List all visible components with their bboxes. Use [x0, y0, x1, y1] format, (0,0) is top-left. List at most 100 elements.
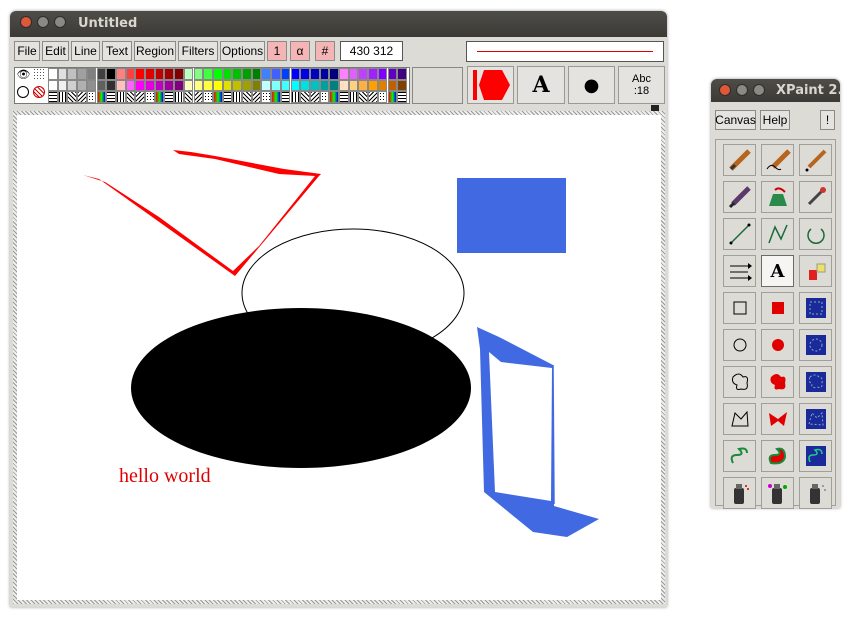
tool-brush[interactable] — [761, 144, 794, 176]
palette-swatch[interactable] — [242, 79, 252, 91]
palette-swatch[interactable] — [397, 68, 407, 80]
palette-swatch[interactable] — [115, 79, 126, 91]
palette-swatch[interactable] — [271, 79, 281, 91]
pattern-swatch[interactable] — [135, 91, 145, 103]
menu-options[interactable]: Options — [220, 41, 265, 61]
pattern-swatch[interactable] — [57, 91, 68, 103]
pattern-swatch[interactable] — [397, 91, 407, 103]
palette-swatch[interactable] — [96, 68, 107, 80]
line-style-preview[interactable] — [466, 41, 664, 62]
tool-freehand[interactable] — [723, 366, 756, 398]
brush-preview-button[interactable]: ● — [568, 66, 615, 104]
toggle-alpha-button[interactable]: α — [290, 41, 310, 61]
tool-spray-color[interactable] — [761, 477, 794, 509]
palette-swatch[interactable] — [300, 68, 310, 80]
palette-swatch[interactable] — [222, 79, 233, 91]
palette-swatch[interactable] — [164, 68, 175, 80]
palette-swatch[interactable] — [339, 68, 349, 80]
palette-swatch[interactable] — [106, 68, 116, 80]
circle-mode-icon[interactable] — [17, 86, 29, 98]
palette-swatch[interactable] — [174, 79, 184, 91]
palette-swatch[interactable] — [368, 68, 378, 80]
palette-swatch[interactable] — [174, 68, 184, 80]
palette-swatch[interactable] — [309, 79, 320, 91]
palette-swatch[interactable] — [145, 68, 155, 80]
palette-swatch[interactable] — [290, 68, 301, 80]
palette-swatch[interactable] — [125, 68, 136, 80]
menu-text[interactable]: Text — [102, 41, 132, 61]
palette-swatch[interactable] — [261, 68, 272, 80]
palette-swatch[interactable] — [377, 79, 388, 91]
pattern-swatch[interactable] — [115, 91, 126, 103]
pattern-swatch[interactable] — [203, 91, 213, 103]
palette-swatch[interactable] — [86, 79, 97, 91]
pattern-swatch[interactable] — [309, 91, 320, 103]
pattern-swatch[interactable] — [348, 91, 359, 103]
palette-swatch[interactable] — [309, 68, 320, 80]
palette-swatch[interactable] — [135, 68, 145, 80]
palette-swatch[interactable] — [251, 68, 262, 80]
tool-filled-circle[interactable] — [761, 329, 794, 361]
main-titlebar[interactable]: Untitled — [10, 11, 667, 37]
fill-color-button[interactable] — [467, 66, 514, 104]
pattern-swatch[interactable] — [86, 91, 97, 103]
palette-swatch[interactable] — [135, 79, 145, 91]
tool-text[interactable]: A — [761, 255, 794, 287]
palette-swatch[interactable] — [154, 68, 165, 80]
tool-polygon[interactable] — [723, 403, 756, 435]
pattern-swatch[interactable] — [242, 91, 252, 103]
palette-swatch[interactable] — [193, 79, 204, 91]
pattern-swatch[interactable] — [280, 91, 291, 103]
eye-icon[interactable]: 👁 — [15, 68, 32, 81]
tool-paintbrush[interactable] — [723, 181, 756, 213]
menu-file[interactable]: File — [14, 41, 40, 61]
font-size-button[interactable]: Abc :18 — [618, 66, 665, 104]
dotted-grid-icon[interactable] — [33, 68, 46, 80]
palette-swatch[interactable] — [154, 79, 165, 91]
tool-dropper[interactable] — [799, 181, 832, 213]
maximize-icon[interactable] — [753, 84, 765, 96]
xpaint-menu-alert[interactable]: ! — [820, 110, 835, 130]
pattern-swatch[interactable] — [145, 91, 155, 103]
palette-swatch[interactable] — [203, 79, 213, 91]
palette-swatch[interactable] — [183, 79, 194, 91]
pattern-swatch[interactable] — [174, 91, 184, 103]
tool-filled-spline[interactable] — [761, 440, 794, 472]
tool-rectangle[interactable] — [723, 292, 756, 324]
menu-edit[interactable]: Edit — [42, 41, 69, 61]
xpaint-titlebar[interactable]: XPaint 2.9 — [711, 79, 840, 102]
pattern-swatch[interactable] — [67, 91, 78, 103]
palette-swatch[interactable] — [125, 79, 136, 91]
close-icon[interactable] — [719, 84, 731, 96]
palette-swatch[interactable] — [377, 68, 388, 80]
pattern-swatch[interactable] — [261, 91, 272, 103]
tool-circle[interactable] — [723, 329, 756, 361]
minimize-icon[interactable] — [37, 16, 49, 28]
pattern-swatch[interactable] — [300, 91, 310, 103]
palette-swatch[interactable] — [387, 79, 398, 91]
palette-swatch[interactable] — [67, 68, 78, 80]
drawing-canvas[interactable]: hello world — [19, 116, 659, 598]
palette-swatch[interactable] — [86, 68, 97, 80]
tool-spline[interactable] — [723, 440, 756, 472]
pattern-swatch[interactable] — [125, 91, 136, 103]
tool-line[interactable] — [723, 218, 756, 250]
tool-fill[interactable] — [761, 181, 794, 213]
pattern-swatch[interactable] — [232, 91, 242, 103]
pattern-swatch[interactable] — [387, 91, 398, 103]
palette-swatch[interactable] — [280, 68, 291, 80]
palette-swatch[interactable] — [358, 68, 369, 80]
xpaint-menu-canvas[interactable]: Canvas — [715, 110, 756, 130]
palette-swatch[interactable] — [261, 79, 272, 91]
tool-filled-polygon[interactable] — [761, 403, 794, 435]
pattern-swatch[interactable] — [154, 91, 165, 103]
palette-swatch[interactable] — [387, 68, 398, 80]
pattern-swatch[interactable] — [48, 91, 58, 103]
tool-arrow[interactable] — [723, 255, 756, 287]
xpaint-menu-help[interactable]: Help — [760, 110, 790, 130]
palette-swatch[interactable] — [67, 79, 78, 91]
palette-swatch[interactable] — [77, 68, 87, 80]
palette-swatch[interactable] — [203, 68, 213, 80]
tool-eraser[interactable] — [799, 255, 832, 287]
maximize-icon[interactable] — [54, 16, 66, 28]
